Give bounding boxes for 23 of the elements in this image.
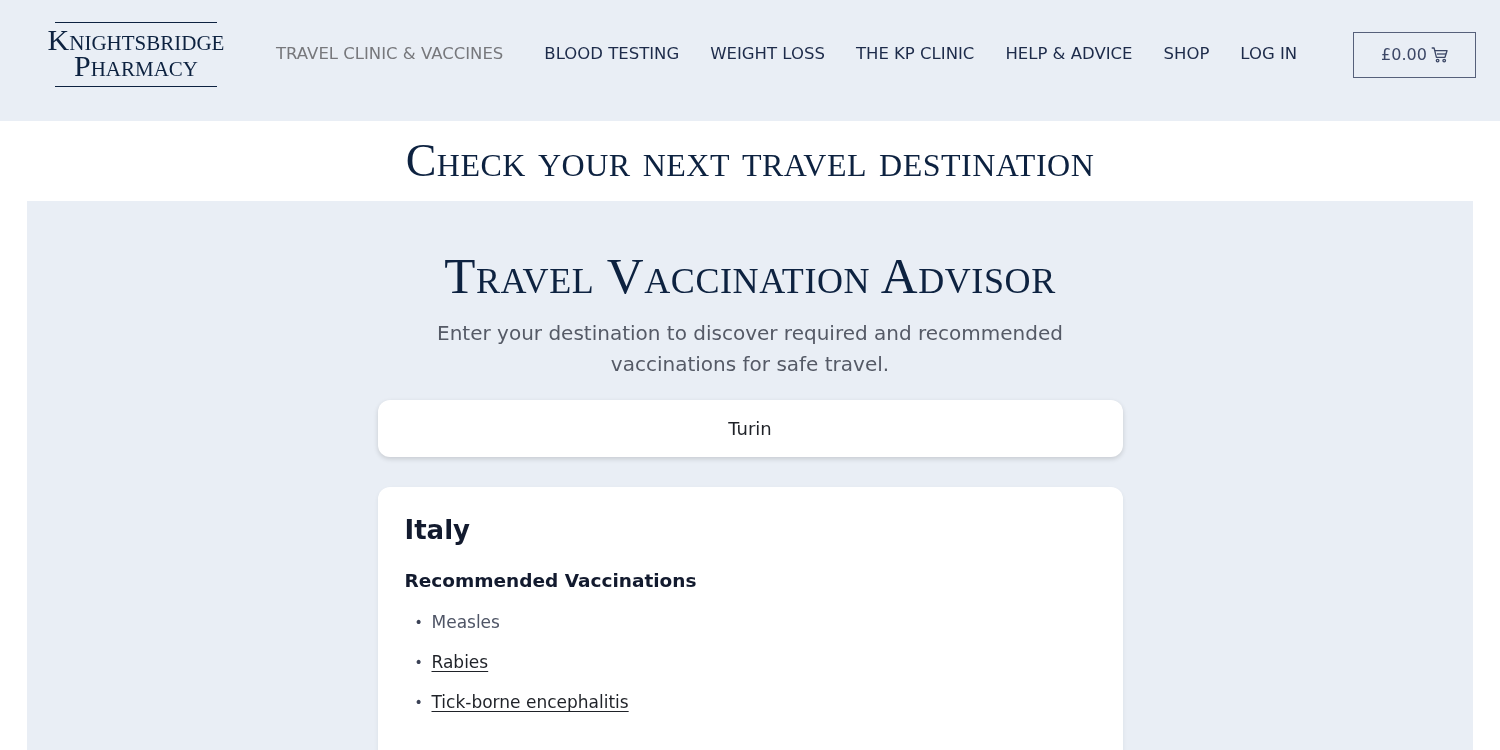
bullet-marker: • (414, 693, 424, 713)
nav-link[interactable]: TRAVEL CLINIC & VACCINES (276, 42, 504, 67)
section-heading: Recommended Vaccinations (404, 570, 698, 593)
cart-icon (1430, 46, 1448, 63)
nav-link[interactable]: THE KP CLINIC (855, 42, 975, 67)
nav-link[interactable]: HELP & ADVICE (1005, 42, 1133, 67)
vaccine-link[interactable]: Tick-borne encephalitis (431, 682, 629, 723)
nav-link[interactable]: LOG IN (1240, 42, 1298, 67)
logo-text[interactable]: Pharmacy (73, 52, 198, 78)
advisor-title: Travel Vaccination Advisor (444, 251, 1056, 302)
page-title: Check your next travel destination (405, 138, 1095, 184)
destination-field[interactable]: Turin (377, 400, 1123, 457)
nav-link[interactable]: WEIGHT LOSS (710, 42, 825, 67)
nav-link[interactable]: BLOOD TESTING (544, 42, 680, 67)
nav-link[interactable]: SHOP (1163, 42, 1210, 67)
advisor-description: Enter your destination to discover required and recommended vaccinations for safe travel. (436, 320, 1064, 378)
logo-text[interactable]: Knightsbridge (47, 27, 225, 53)
bullet-marker: • (414, 613, 424, 633)
vaccine-name: Measles (431, 611, 500, 635)
bullet-marker: • (414, 653, 424, 673)
vaccine-link[interactable]: Rabies (431, 642, 489, 683)
cart-button[interactable]: £0.00 (1353, 31, 1476, 78)
country-name: Italy (404, 515, 471, 547)
